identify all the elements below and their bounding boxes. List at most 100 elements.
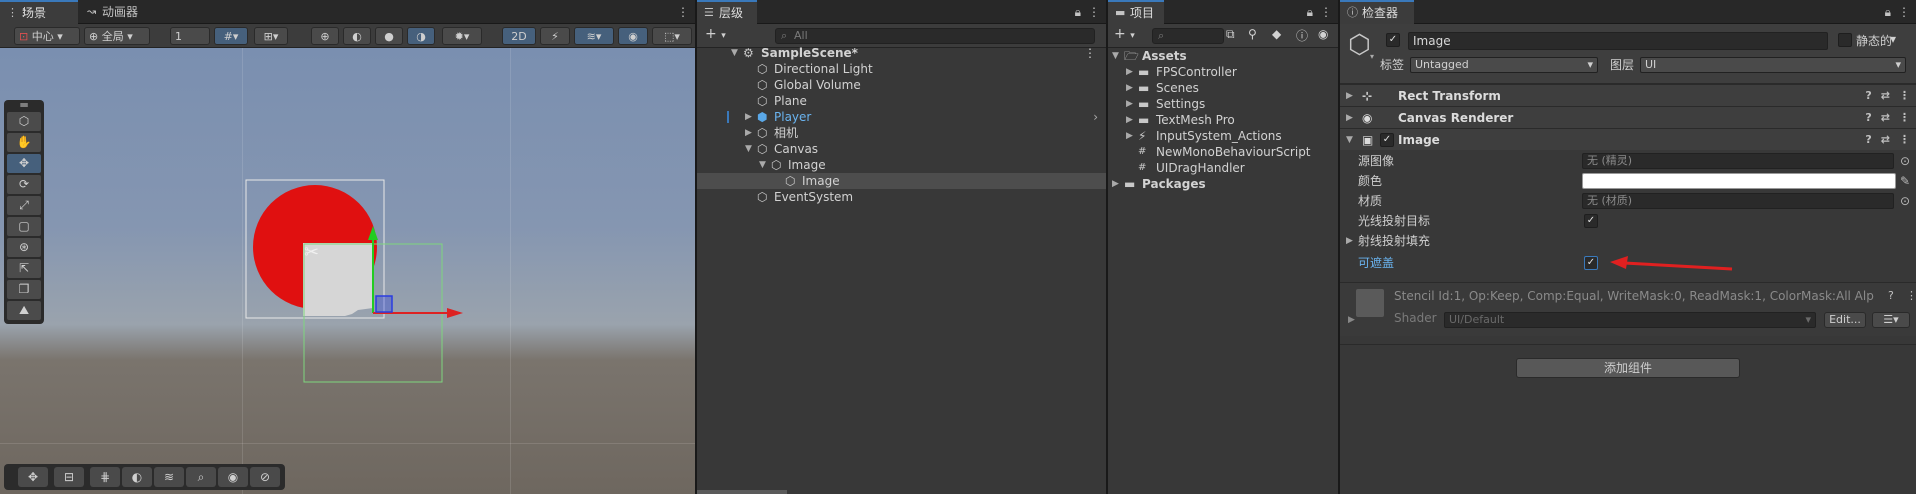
tab-project[interactable]: ▬ 项目 <box>1108 0 1164 24</box>
lighting-overlay-icon[interactable]: ◐ <box>122 467 152 487</box>
custom-tool-icon[interactable]: ⇱ <box>7 259 41 278</box>
label-icon[interactable]: ◆ <box>1272 27 1281 41</box>
visibility-icon[interactable]: ◉ <box>1318 27 1328 41</box>
edit-shader-button[interactable]: Edit... <box>1824 312 1866 328</box>
more-menu-icon[interactable]: ⋮ <box>1899 111 1910 124</box>
maskable-checkbox[interactable]: ✓ <box>1584 256 1598 270</box>
hierarchy-item[interactable]: ▶ ⬡ 相机 <box>697 125 1106 141</box>
lock-icon[interactable]: 🔒︎ <box>1885 5 1891 19</box>
hierarchy-item[interactable]: ⬡ EventSystem <box>697 189 1106 205</box>
hierarchy-item[interactable]: ⬡ Plane <box>697 93 1106 109</box>
eyedropper-icon[interactable]: ✎ <box>1900 171 1910 191</box>
material-field[interactable]: 无 (材质) <box>1582 193 1894 209</box>
gameobject-cube-icon[interactable]: ⬡ <box>1348 30 1371 60</box>
lock-icon[interactable]: 🔒︎ <box>1075 5 1081 19</box>
more-menu-icon[interactable]: ⋮ <box>1899 89 1910 102</box>
collapse-arrow-icon[interactable]: ▶ <box>1126 112 1133 128</box>
more-menu-icon[interactable]: ⋮ <box>1320 5 1332 19</box>
tag-dropdown[interactable]: Untagged ▾ <box>1410 57 1598 73</box>
object-picker-icon[interactable]: ⊙ <box>1900 191 1910 211</box>
collapse-arrow-icon[interactable]: ▶ <box>1346 85 1353 107</box>
help-icon[interactable]: ? <box>1865 133 1871 146</box>
project-item[interactable]: # UIDragHandler <box>1108 160 1338 176</box>
collapse-arrow-icon[interactable]: ▶ <box>1346 107 1353 129</box>
rect-tool-icon[interactable]: ▢ <box>7 217 41 236</box>
hierarchy-search-input[interactable]: ⌕ All <box>775 28 1095 44</box>
tab-inspector[interactable]: ⓘ 检查器 <box>1340 0 1414 24</box>
static-checkbox[interactable] <box>1838 33 1852 47</box>
preset-icon[interactable]: ⇄ <box>1881 89 1890 102</box>
active-checkbox[interactable]: ✓ <box>1386 33 1400 47</box>
shading-unlit-button[interactable]: ● <box>375 27 403 45</box>
collapse-arrow-icon[interactable]: ▶ <box>1112 176 1119 192</box>
hierarchy-item-canvas[interactable]: ▼ ⬡ Canvas <box>697 141 1106 157</box>
project-item[interactable]: ▶ ▬ Settings <box>1108 96 1338 112</box>
view-options-cube-icon[interactable]: ⬡ <box>7 112 41 131</box>
expand-arrow-icon[interactable]: ▼ <box>1112 48 1119 64</box>
hierarchy-item[interactable]: ▼ ⬡ Image <box>697 157 1106 173</box>
hierarchy-item-selected[interactable]: ⬡ Image <box>697 173 1106 189</box>
camera-overlay-icon[interactable]: ◉ <box>218 467 248 487</box>
lock-icon[interactable]: 🔒︎ <box>1307 5 1313 19</box>
help-icon[interactable]: ? <box>1865 111 1871 124</box>
create-button[interactable]: + ▾ <box>705 26 726 42</box>
more-menu-icon[interactable]: ⋮ <box>1088 5 1100 19</box>
create-button[interactable]: + ▾ <box>1114 26 1135 42</box>
source-image-field[interactable]: 无 (精灵) <box>1582 153 1894 169</box>
project-item[interactable]: ▶ ▬ Scenes <box>1108 80 1338 96</box>
more-menu-icon[interactable]: ⋮ <box>1084 45 1096 61</box>
more-menu-icon[interactable]: ⋮ <box>677 5 689 19</box>
project-item[interactable]: ▶ ⚡ InputSystem_Actions <box>1108 128 1338 144</box>
raycast-target-checkbox[interactable]: ✓ <box>1584 214 1598 228</box>
collapse-arrow-icon[interactable]: ▶ <box>1348 315 1355 325</box>
collapse-arrow-icon[interactable]: ▶ <box>745 109 752 125</box>
shader-options-button[interactable]: ☰▾ <box>1872 312 1910 328</box>
expand-arrow-icon[interactable]: ▼ <box>759 157 766 173</box>
snap-increment-field[interactable]: 1 <box>170 27 210 45</box>
horizontal-scrollbar[interactable] <box>697 490 787 494</box>
align-icon[interactable]: ⊟ <box>54 467 84 487</box>
object-picker-icon[interactable]: ⊙ <box>1900 151 1910 171</box>
expand-arrow-icon[interactable]: ▼ <box>1346 129 1353 151</box>
dropdown-arrow-icon[interactable]: ▾ <box>1370 52 1374 61</box>
hierarchy-item-player[interactable]: ▶ ⬢ Player › <box>697 109 1106 125</box>
canvas-renderer-header[interactable]: ▶ ◉ Canvas Renderer ? ⇄ ⋮ <box>1340 106 1916 128</box>
increment-snap-toggle[interactable]: ⊞▾ <box>254 27 288 45</box>
hierarchy-item-samplescene[interactable]: ▼ ⚙ SampleScene* ⋮ <box>697 45 1106 61</box>
shading-wireframe-button[interactable]: ⊕ <box>311 27 339 45</box>
pivot-dropdown[interactable]: ⊡ 中心 ▾ <box>14 27 80 45</box>
tab-animator[interactable]: ↝ 动画器 <box>80 0 160 24</box>
expand-arrow-icon[interactable]: ▼ <box>731 45 738 61</box>
move-tool-icon[interactable]: ✥ <box>7 154 41 173</box>
hierarchy-item[interactable]: ⬡ Global Volume <box>697 77 1106 93</box>
static-dropdown-icon[interactable]: ▾ <box>1890 32 1896 46</box>
collapse-arrow-icon[interactable]: ▶ <box>1126 128 1133 144</box>
2d-mode-toggle[interactable]: 2D <box>502 27 536 45</box>
filter-icon[interactable]: ⚲ <box>1248 27 1257 41</box>
collapse-arrow-icon[interactable]: ▶ <box>745 125 752 141</box>
collapse-arrow-icon[interactable]: ▶ <box>1126 64 1133 80</box>
add-component-button[interactable]: 添加组件 <box>1516 358 1740 378</box>
shading-shaded-button[interactable]: ◑ <box>407 27 435 45</box>
preset-icon[interactable]: ⇄ <box>1881 133 1890 146</box>
help-icon[interactable]: ? <box>1865 89 1871 102</box>
space-dropdown[interactable]: ⊕ 全局 ▾ <box>84 27 150 45</box>
grid-overlay-icon[interactable]: ⋕ <box>90 467 120 487</box>
more-menu-icon[interactable]: ⋮ <box>1906 289 1916 302</box>
object-name-field[interactable]: Image <box>1408 32 1828 50</box>
preset-icon[interactable]: ⇄ <box>1881 111 1890 124</box>
hand-tool-icon[interactable]: ✋ <box>7 133 41 152</box>
project-item[interactable]: ▶ ▬ FPSController <box>1108 64 1338 80</box>
collapse-arrow-icon[interactable]: ▶ <box>1346 231 1353 251</box>
project-item[interactable]: # NewMonoBehaviourScript <box>1108 144 1338 160</box>
project-item[interactable]: ▶ ▬ TextMesh Pro <box>1108 112 1338 128</box>
color-swatch[interactable] <box>1582 173 1896 189</box>
move-overlay-icon[interactable]: ✥ <box>18 467 48 487</box>
overlay-tool-icon[interactable]: ❐ <box>7 280 41 299</box>
grid-snap-toggle[interactable]: #▾ <box>214 27 248 45</box>
search-overlay-icon[interactable]: ⌕ <box>186 467 216 487</box>
help-icon[interactable]: ? <box>1888 289 1894 302</box>
more-menu-icon[interactable]: ⋮ <box>1899 133 1910 146</box>
rotate-tool-icon[interactable]: ⟳ <box>7 175 41 194</box>
hierarchy-item[interactable]: ⬡ Directional Light <box>697 61 1106 77</box>
